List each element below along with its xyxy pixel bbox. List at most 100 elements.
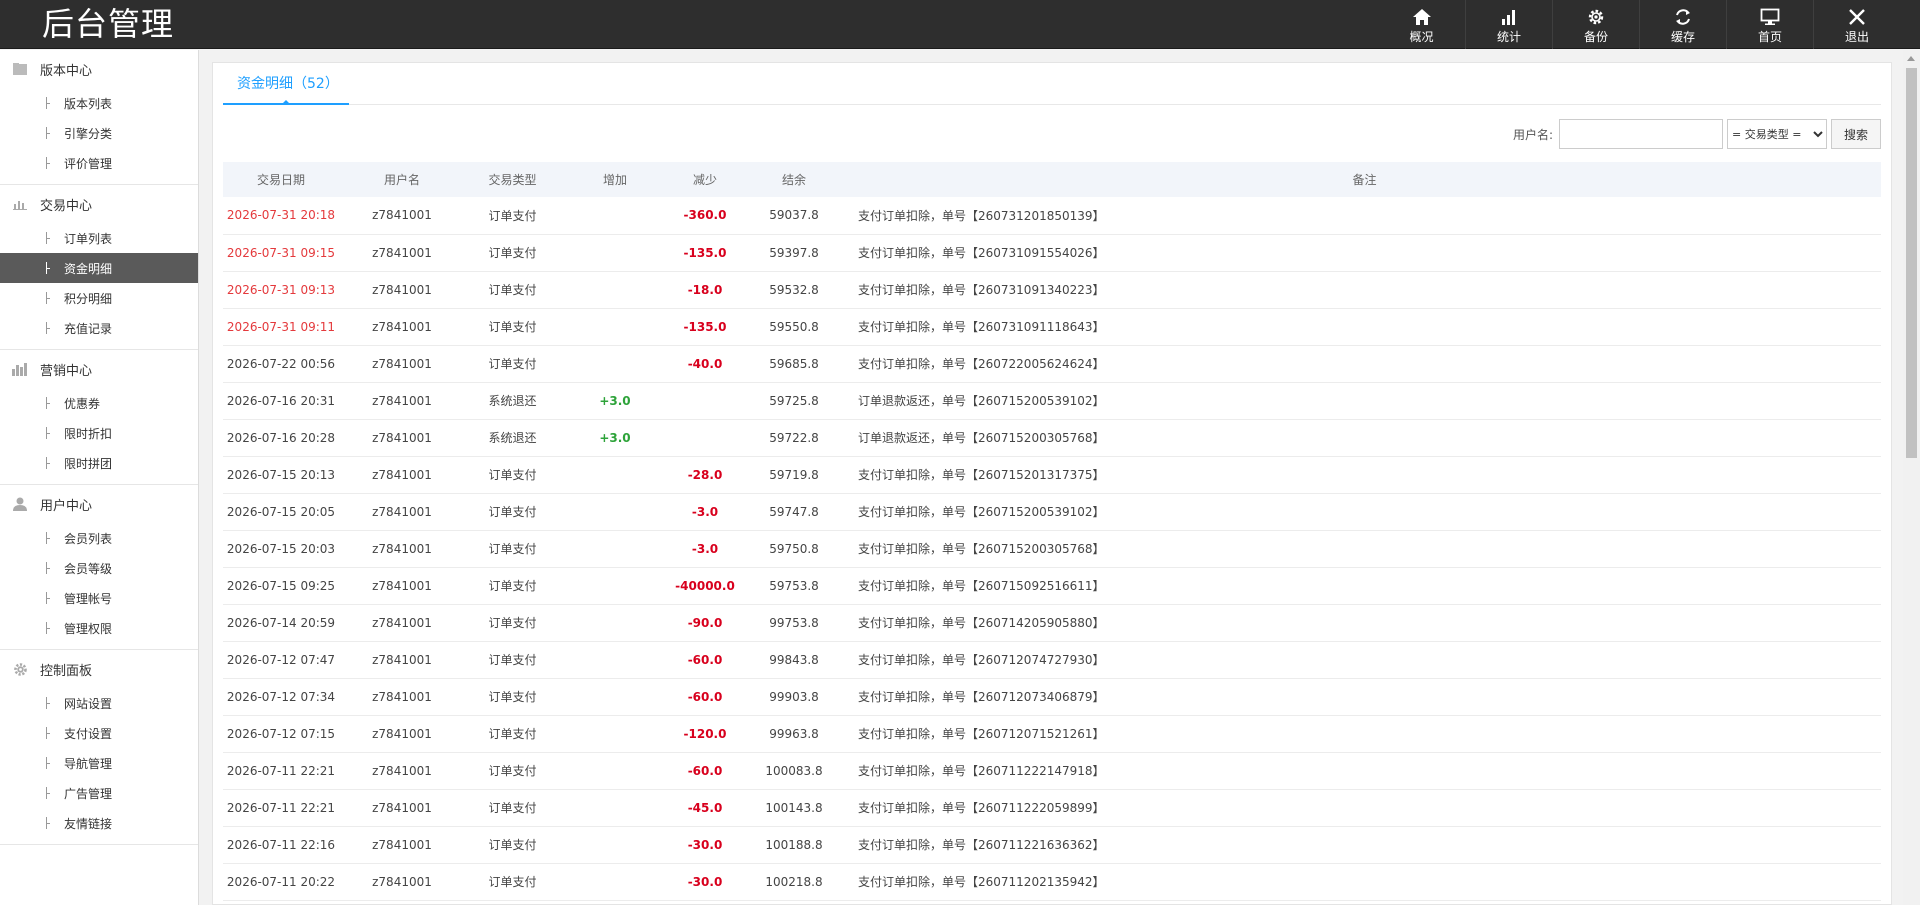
sidebar-group-title: 用户中心 — [40, 498, 93, 514]
topnav-item-gear[interactable]: 备份 — [1552, 0, 1639, 49]
gear-icon — [12, 661, 28, 677]
cell-increase — [560, 456, 670, 493]
cell-decrease: -28.0 — [687, 467, 723, 482]
cell-increase — [560, 530, 670, 567]
sidebar-item[interactable]: 限时拼团 — [0, 448, 198, 478]
sidebar-group-title: 控制面板 — [40, 663, 93, 679]
sidebar-item[interactable]: 资金明细 — [0, 253, 198, 283]
cell-date: 2026-07-15 09:25 — [226, 578, 336, 593]
cell-balance: 99903.8 — [769, 689, 819, 704]
sidebar-item[interactable]: 友情链接 — [0, 808, 198, 838]
cell-date: 2026-07-11 22:16 — [226, 837, 336, 852]
cell-decrease — [670, 382, 740, 419]
cell-date: 2026-07-12 07:34 — [226, 689, 336, 704]
sidebar-item-label: 管理帐号 — [64, 591, 113, 606]
sidebar-item-label: 引擎分类 — [64, 126, 113, 141]
cell-date: 2026-07-15 20:03 — [226, 541, 336, 556]
gear-icon — [1585, 6, 1607, 28]
cell-date: 2026-07-22 00:56 — [226, 356, 336, 371]
topnav-item-close[interactable]: 退出 — [1813, 0, 1900, 49]
sidebar-group-title: 交易中心 — [40, 198, 93, 214]
cell-note: 支付订单扣除，单号【260714205905880】 — [858, 616, 1105, 630]
cell-increase — [560, 308, 670, 345]
topnav-label: 首页 — [1757, 30, 1782, 44]
sidebar-group-header[interactable]: 版本中心 — [0, 50, 198, 88]
sidebar-item[interactable]: 版本列表 — [0, 88, 198, 118]
search-bar: 用户名: = 交易类型 = 搜索 — [1513, 119, 1881, 149]
cell-decrease: -40.0 — [687, 356, 723, 371]
sidebar-item[interactable]: 积分明细 — [0, 283, 198, 313]
table-row: 2026-07-22 00:56 z7841001 订单支付 -40.0 59685.8… — [223, 345, 1881, 382]
table-row: 2026-07-11 22:21 z7841001 订单支付 -45.0 100143.… — [223, 789, 1881, 826]
scroll-thumb[interactable] — [1906, 68, 1917, 458]
sidebar-item[interactable]: 管理权限 — [0, 613, 198, 643]
tab-fund-details[interactable]: 资金明细（52） — [223, 63, 349, 105]
topnav-label: 缓存 — [1670, 30, 1695, 44]
sidebar-item[interactable]: 引擎分类 — [0, 118, 198, 148]
sidebar-group-header[interactable]: 交易中心 — [0, 185, 198, 223]
sidebar-item[interactable]: 广告管理 — [0, 778, 198, 808]
topnav-item-home[interactable]: 概况 — [1378, 0, 1465, 49]
scroll-up-arrow-icon[interactable] — [1907, 56, 1915, 61]
tab-label: 资金明细（52） — [237, 76, 339, 92]
cell-balance: 59397.8 — [769, 245, 819, 260]
sidebar-item[interactable]: 评价管理 — [0, 148, 198, 178]
sidebar-group-header[interactable]: 营销中心 — [0, 350, 198, 388]
table-header-row: 交易日期 用户名 交易类型 增加 减少 结余 备注 — [223, 162, 1881, 197]
cell-note: 支付订单扣除，单号【260731091118643】 — [858, 320, 1105, 334]
cell-date: 2026-07-11 20:22 — [226, 874, 336, 889]
cell-type: 订单支付 — [488, 579, 537, 593]
cell-type: 订单支付 — [488, 246, 537, 260]
cell-date: 2026-07-14 20:59 — [226, 615, 336, 630]
cell-user: z7841001 — [372, 393, 432, 408]
topnav-item-bar-chart[interactable]: 统计 — [1465, 0, 1552, 49]
bar-chart-icon — [12, 196, 28, 212]
user-icon — [12, 496, 28, 512]
cell-user: z7841001 — [372, 837, 432, 852]
sidebar-item[interactable]: 网站设置 — [0, 688, 198, 718]
sidebar-group-header[interactable]: 控制面板 — [0, 650, 198, 688]
sidebar-item[interactable]: 订单列表 — [0, 223, 198, 253]
cell-date: 2026-07-31 09:11 — [226, 319, 336, 334]
cell-increase: +3.0 — [599, 430, 631, 445]
topnav-label: 统计 — [1496, 30, 1521, 44]
sidebar-item[interactable]: 导航管理 — [0, 748, 198, 778]
cell-note: 支付订单扣除，单号【260715200305768】 — [858, 542, 1105, 556]
cell-balance: 100143.8 — [765, 800, 823, 815]
sidebar-group: 用户中心会员列表会员等级管理帐号管理权限 — [0, 485, 198, 650]
sidebar-item-label: 评价管理 — [64, 156, 113, 171]
page-scrollbar[interactable] — [1903, 50, 1920, 905]
cell-note: 支付订单扣除，单号【260731091554026】 — [858, 246, 1105, 260]
search-button[interactable]: 搜索 — [1831, 119, 1881, 149]
cell-note: 订单退款返还，单号【260715200305768】 — [858, 431, 1105, 445]
username-input[interactable] — [1559, 119, 1723, 149]
table-row: 2026-07-12 07:34 z7841001 订单支付 -60.0 99903.8… — [223, 678, 1881, 715]
sidebar-group-header[interactable]: 用户中心 — [0, 485, 198, 523]
cell-decrease: -40000.0 — [675, 578, 735, 593]
transaction-type-select[interactable]: = 交易类型 = — [1727, 119, 1827, 149]
cell-date: 2026-07-16 20:31 — [226, 393, 336, 408]
cell-note: 支付订单扣除，单号【260731091340223】 — [858, 283, 1105, 297]
cell-user: z7841001 — [372, 541, 432, 556]
sidebar-item[interactable]: 支付设置 — [0, 718, 198, 748]
sidebar-item[interactable]: 优惠券 — [0, 388, 198, 418]
fund-table: 交易日期 用户名 交易类型 增加 减少 结余 备注 2026-07-31 20:18 z784… — [223, 162, 1881, 901]
cell-balance: 100188.8 — [765, 837, 823, 852]
cell-increase: +3.0 — [599, 393, 631, 408]
topnav-item-monitor[interactable]: 首页 — [1726, 0, 1813, 49]
cell-note: 支付订单扣除，单号【260711222147918】 — [858, 764, 1105, 778]
table-row: 2026-07-15 20:13 z7841001 订单支付 -28.0 59719.8… — [223, 456, 1881, 493]
sidebar-item[interactable]: 管理帐号 — [0, 583, 198, 613]
table-row: 2026-07-11 22:21 z7841001 订单支付 -60.0 100083.… — [223, 752, 1881, 789]
topnav-item-refresh[interactable]: 缓存 — [1639, 0, 1726, 49]
cell-type: 订单支付 — [488, 320, 537, 334]
cell-type: 订单支付 — [488, 542, 537, 556]
sidebar-item[interactable]: 会员列表 — [0, 523, 198, 553]
sidebar-item[interactable]: 会员等级 — [0, 553, 198, 583]
top-bar: 后台管理 概况 统计 备份 缓存 首页 退出 — [0, 0, 1920, 49]
cell-type: 系统退还 — [488, 431, 537, 445]
sidebar-item[interactable]: 充值记录 — [0, 313, 198, 343]
sidebar-item[interactable]: 限时折扣 — [0, 418, 198, 448]
sidebar-item-label: 会员列表 — [64, 531, 113, 546]
cell-increase — [560, 641, 670, 678]
